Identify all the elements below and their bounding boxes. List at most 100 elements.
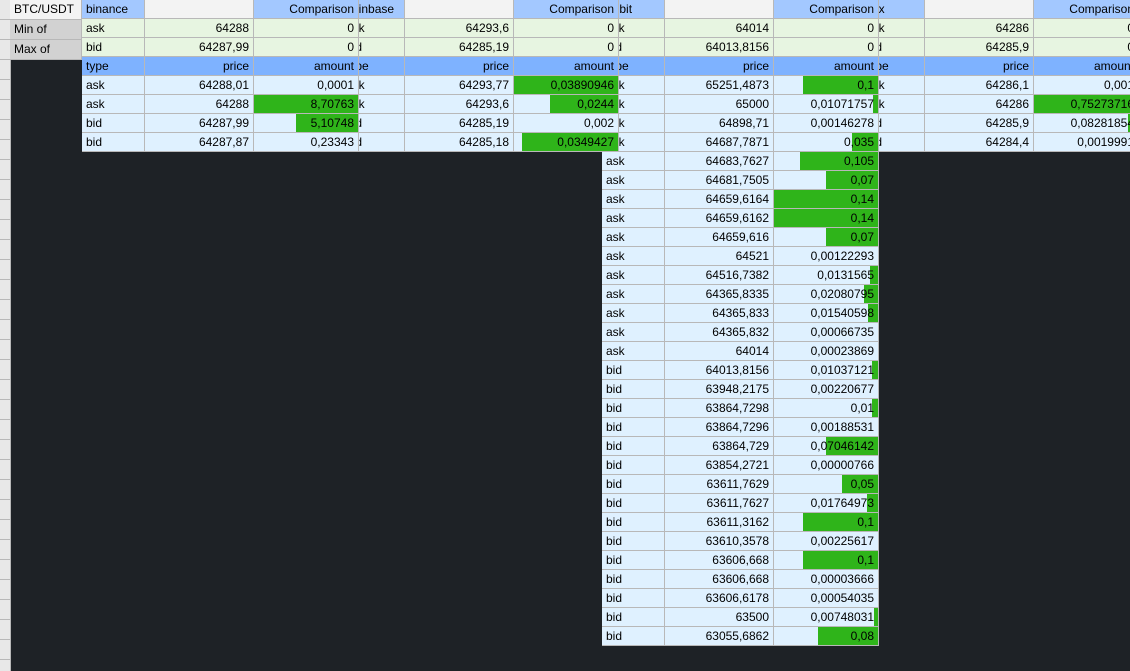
amount-value: 0,07 xyxy=(851,230,874,244)
row-price: 64293,6 xyxy=(405,95,514,114)
comparison-header: Comparison xyxy=(514,0,619,19)
row-amount: 0,1 xyxy=(774,513,879,532)
row-amount: 0,07046142 xyxy=(774,437,879,456)
row-amount: 0,00023869 xyxy=(774,342,879,361)
row-type: bid xyxy=(82,133,145,152)
row-price: 65251,4873 xyxy=(665,76,774,95)
minof-comp: 0 xyxy=(514,19,619,38)
row-amount: 0,08281854 xyxy=(1034,114,1130,133)
row-amount: 8,70763 xyxy=(254,95,359,114)
maxof-price: 64287,99 xyxy=(145,38,254,57)
table-row: ask64687,78710,035 xyxy=(602,133,852,152)
amount-value: 0,14 xyxy=(851,211,874,225)
row-amount: 0,00003666 xyxy=(774,570,879,589)
table-row: ask64659,61640,14 xyxy=(602,190,852,209)
amount-value: 0,00220677 xyxy=(811,382,874,396)
row-amount: 0,105 xyxy=(774,152,879,171)
row-type: ask xyxy=(602,247,665,266)
row-price: 64681,7505 xyxy=(665,171,774,190)
amount-value: 5,10748 xyxy=(311,116,354,130)
row-amount: 0,0349427 xyxy=(514,133,619,152)
row-amount: 5,10748 xyxy=(254,114,359,133)
table-row: ask640140,00023869 xyxy=(602,342,852,361)
col-amount: amount xyxy=(774,57,879,76)
row-price: 64659,6162 xyxy=(665,209,774,228)
maxof-comp: 0 xyxy=(1034,38,1130,57)
row-type: bid xyxy=(602,608,665,627)
table-row: bid64013,81560,01037121 xyxy=(602,361,852,380)
row-amount: 0,00225617 xyxy=(774,532,879,551)
table-row: bid63055,68620,08 xyxy=(602,627,852,646)
exchange-binance: binanceComparisonask642880bid64287,990ty… xyxy=(82,0,332,646)
row-type: ask xyxy=(602,342,665,361)
row-price: 64286 xyxy=(925,95,1034,114)
row-price: 64286,1 xyxy=(925,76,1034,95)
row-price: 63611,3162 xyxy=(665,513,774,532)
table-row: ask64659,61620,14 xyxy=(602,209,852,228)
amount-value: 0,07 xyxy=(851,173,874,187)
row-price: 64287,87 xyxy=(145,133,254,152)
maxof-type: bid xyxy=(82,38,145,57)
col-type: type xyxy=(82,57,145,76)
row-price: 64284,4 xyxy=(925,133,1034,152)
amount-value: 0,00188531 xyxy=(811,420,874,434)
col-price: price xyxy=(665,57,774,76)
row-price: 63610,3578 xyxy=(665,532,774,551)
row-amount: 0,00188531 xyxy=(774,418,879,437)
row-price: 64659,616 xyxy=(665,228,774,247)
row-amount: 0,00000766 xyxy=(774,456,879,475)
table-row: bid63864,7290,07046142 xyxy=(602,437,852,456)
row-amount: 0,03890946 xyxy=(514,76,619,95)
row-type: ask xyxy=(602,266,665,285)
table-row: ask64288,010,0001 xyxy=(82,76,332,95)
row-amount: 0,00146278 xyxy=(774,114,879,133)
row-type: bid xyxy=(602,361,665,380)
row-price: 64898,71 xyxy=(665,114,774,133)
row-price: 63611,7627 xyxy=(665,494,774,513)
table-row: bid63606,6680,00003666 xyxy=(602,570,852,589)
amount-value: 0,00054035 xyxy=(811,591,874,605)
table-row: ask64286,10,001 xyxy=(862,76,1112,95)
row-type: ask xyxy=(82,95,145,114)
row-type: bid xyxy=(602,589,665,608)
amount-value: 0,001 xyxy=(1104,78,1130,92)
row-amount: 0,01037121 xyxy=(774,361,879,380)
amount-value: 0,01 xyxy=(851,401,874,415)
amount-value: 0,0019991 xyxy=(1077,135,1130,149)
table-row: bid63611,31620,1 xyxy=(602,513,852,532)
row-type: ask xyxy=(602,209,665,228)
row-type: ask xyxy=(602,304,665,323)
row-type: bid xyxy=(602,627,665,646)
amount-bar xyxy=(874,608,878,626)
row-price: 63864,729 xyxy=(665,437,774,456)
table-row: bid63854,27210,00000766 xyxy=(602,456,852,475)
amount-value: 8,70763 xyxy=(311,97,354,111)
row-price: 63606,6178 xyxy=(665,589,774,608)
amount-value: 0,08281854 xyxy=(1071,116,1130,130)
table-row: ask64683,76270,105 xyxy=(602,152,852,171)
row-price: 64013,8156 xyxy=(665,361,774,380)
row-amount: 0,002 xyxy=(514,114,619,133)
table-row: ask642860,75273716 xyxy=(862,95,1112,114)
row-price: 64285,9 xyxy=(925,114,1034,133)
amount-value: 0,00748031 xyxy=(811,610,874,624)
spreadsheet: BTC/USDT Min of Max of binanceComparison… xyxy=(10,0,1122,646)
row-amount: 0,01764973 xyxy=(774,494,879,513)
minof-price: 64014 xyxy=(665,19,774,38)
row-price: 64365,833 xyxy=(665,304,774,323)
blank-cell xyxy=(665,0,774,19)
amount-value: 0,01764973 xyxy=(811,496,874,510)
table-row: bid64285,180,0349427 xyxy=(342,133,592,152)
table-row: ask65251,48730,1 xyxy=(602,76,852,95)
table-row: ask64293,770,03890946 xyxy=(342,76,592,95)
amount-value: 0,105 xyxy=(844,154,874,168)
col-price: price xyxy=(405,57,514,76)
minof-type: ask xyxy=(82,19,145,38)
row-amount: 0,01 xyxy=(774,399,879,418)
maxof-comp: 0 xyxy=(254,38,359,57)
table-row: bid64285,190,002 xyxy=(342,114,592,133)
row-amount: 0,23343 xyxy=(254,133,359,152)
row-price: 64683,7627 xyxy=(665,152,774,171)
col-amount: amount xyxy=(514,57,619,76)
amount-value: 0,01037121 xyxy=(811,363,874,377)
